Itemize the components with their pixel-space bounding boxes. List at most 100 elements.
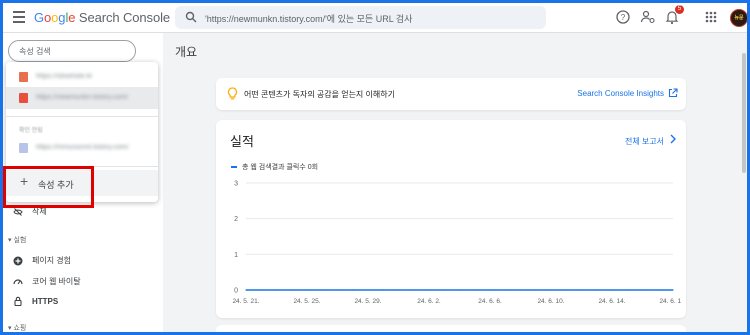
product-name: Search Console xyxy=(78,10,170,25)
data-point xyxy=(397,289,400,291)
notification-count-badge: 5 xyxy=(675,5,684,14)
data-point xyxy=(611,289,613,291)
property-option[interactable]: https://sbsetsite.kr xyxy=(6,66,158,88)
x-tick-label: 24. 6. 2. xyxy=(417,298,441,305)
sidebar-section-label: 실험 xyxy=(13,237,27,244)
data-point xyxy=(321,289,323,291)
data-point xyxy=(306,289,308,291)
data-point xyxy=(291,289,293,291)
property-option-selected[interactable]: https://newmunkn.tistory.com/ xyxy=(6,87,158,109)
lock-icon xyxy=(14,296,22,306)
scrollbar-thumb[interactable] xyxy=(742,53,746,173)
data-point xyxy=(596,289,598,291)
data-point xyxy=(260,289,262,291)
gauge-icon xyxy=(13,278,23,284)
data-point xyxy=(672,289,674,291)
data-point xyxy=(580,289,583,291)
chevron-down-icon: ▾ xyxy=(8,237,12,244)
x-tick-label: 24. 5. 21. xyxy=(232,298,259,305)
main-content: 개요 어떤 콘텐츠가 독자의 공감을 얻는지 이해하기 Search Conso… xyxy=(163,33,747,332)
lightbulb-icon xyxy=(227,87,238,100)
sidebar-section-experience[interactable]: ▾ 실험 xyxy=(8,235,26,245)
plus-circle-icon xyxy=(13,256,23,265)
data-point xyxy=(413,289,415,291)
sidebar-section-label: 쇼핑 xyxy=(13,325,27,332)
search-console-insights-link[interactable]: Search Console Insights xyxy=(577,89,664,98)
data-point xyxy=(428,289,430,291)
property-url: https://sbsetsite.kr xyxy=(36,73,93,80)
data-point xyxy=(474,289,476,291)
property-url: https://newmunkn.tistory.com/ xyxy=(36,94,129,101)
y-tick-label: 0 xyxy=(234,288,238,295)
svg-text:?: ? xyxy=(621,13,626,22)
data-point xyxy=(275,289,278,291)
site-favicon-icon xyxy=(19,143,28,153)
sidebar-item-core-web-vitals[interactable]: 코어 웹 바이탈 xyxy=(13,276,81,287)
data-point xyxy=(443,289,445,291)
property-url: https://mmuniznnt.tistory.com/ xyxy=(36,144,129,151)
help-icon: ? xyxy=(616,10,630,24)
data-point xyxy=(352,289,354,291)
menu-divider xyxy=(6,116,158,117)
performance-title: 실적 xyxy=(230,134,254,149)
apps-grid-icon xyxy=(705,11,717,23)
data-point xyxy=(336,289,339,291)
scrollbar[interactable] xyxy=(741,33,747,332)
x-tick-label: 24. 6. 18. xyxy=(659,298,681,305)
y-tick-label: 2 xyxy=(234,216,238,223)
help-button[interactable]: ? xyxy=(615,9,631,25)
data-point xyxy=(626,289,628,291)
url-inspection-search[interactable]: 'https://newmunkn.tistory.com/'에 있는 모든 U… xyxy=(175,6,546,29)
hamburger-menu-icon[interactable] xyxy=(13,11,25,23)
property-selector[interactable]: 속성 검색 xyxy=(8,40,136,62)
data-point xyxy=(458,289,461,291)
manage-accounts-icon xyxy=(640,10,655,24)
clicks-line-chart: 0 1 2 3 24. 5. 21. 24. 5. 25. 24. 5. 29. 24. 6.… xyxy=(232,181,681,306)
legend-swatch xyxy=(231,166,237,168)
sidebar-item-page-experience[interactable]: 페이지 경험 xyxy=(13,255,71,266)
site-favicon-icon xyxy=(19,72,28,82)
chevron-right-icon[interactable] xyxy=(669,134,677,144)
next-card xyxy=(216,325,686,332)
x-tick-label: 24. 6. 6. xyxy=(478,298,502,305)
search-console-users-button[interactable] xyxy=(640,9,656,25)
unverified-section-caption: 확인 안됨 xyxy=(19,128,43,134)
data-point xyxy=(641,289,644,291)
data-point xyxy=(367,289,369,291)
sidebar-item-label: 페이지 경험 xyxy=(32,256,72,265)
property-search-placeholder: 속성 검색 xyxy=(19,47,51,56)
data-point xyxy=(382,289,384,291)
data-point xyxy=(489,289,491,291)
google-apps-button[interactable] xyxy=(703,9,719,25)
sidebar-item-label: 코어 웹 바이탈 xyxy=(32,277,81,286)
performance-card: 실적 전체 보고서 총 웹 검색결과 클릭수 0회 0 1 2 3 24. 5. 21.… xyxy=(216,120,686,318)
y-tick-label: 1 xyxy=(234,252,238,259)
x-tick-label: 24. 5. 25. xyxy=(293,298,320,305)
sidebar-item-https[interactable]: HTTPS xyxy=(13,296,58,306)
eye-off-icon xyxy=(13,207,23,216)
top-app-bar: Google Search Console 'https://newmunkn.… xyxy=(3,3,748,33)
account-avatar[interactable]: 뉴문 xyxy=(730,9,748,27)
data-point xyxy=(504,289,506,291)
search-console-logo[interactable]: Google Search Console xyxy=(34,10,170,25)
full-report-link[interactable]: 전체 보고서 xyxy=(625,136,664,147)
site-favicon-icon xyxy=(19,93,28,103)
search-icon xyxy=(185,11,197,23)
x-tick-label: 24. 6. 14. xyxy=(598,298,625,305)
x-tick-label: 24. 6. 10. xyxy=(537,298,564,305)
sidebar-item-label: HTTPS xyxy=(32,296,59,306)
insights-description: 어떤 콘텐츠가 독자의 공감을 얻는지 이해하기 xyxy=(244,90,395,99)
data-point xyxy=(519,289,522,291)
open-in-new-icon[interactable] xyxy=(668,88,678,98)
notifications-button[interactable]: 5 xyxy=(664,5,684,25)
insights-card[interactable]: 어떤 콘텐츠가 독자의 공감을 얻는지 이해하기 Search Console … xyxy=(216,78,686,110)
x-tick-label: 24. 5. 29. xyxy=(354,298,381,305)
data-point xyxy=(565,289,567,291)
property-option-unverified[interactable]: https://mmuniznnt.tistory.com/ xyxy=(6,137,158,159)
data-point xyxy=(550,289,552,291)
sidebar-section-shopping[interactable]: ▾ 쇼핑 xyxy=(8,323,26,333)
highlight-annotation-box xyxy=(3,166,94,208)
chart-legend: 총 웹 검색결과 클릭수 0회 xyxy=(231,162,318,172)
data-point xyxy=(657,289,659,291)
page-title: 개요 xyxy=(175,45,198,59)
